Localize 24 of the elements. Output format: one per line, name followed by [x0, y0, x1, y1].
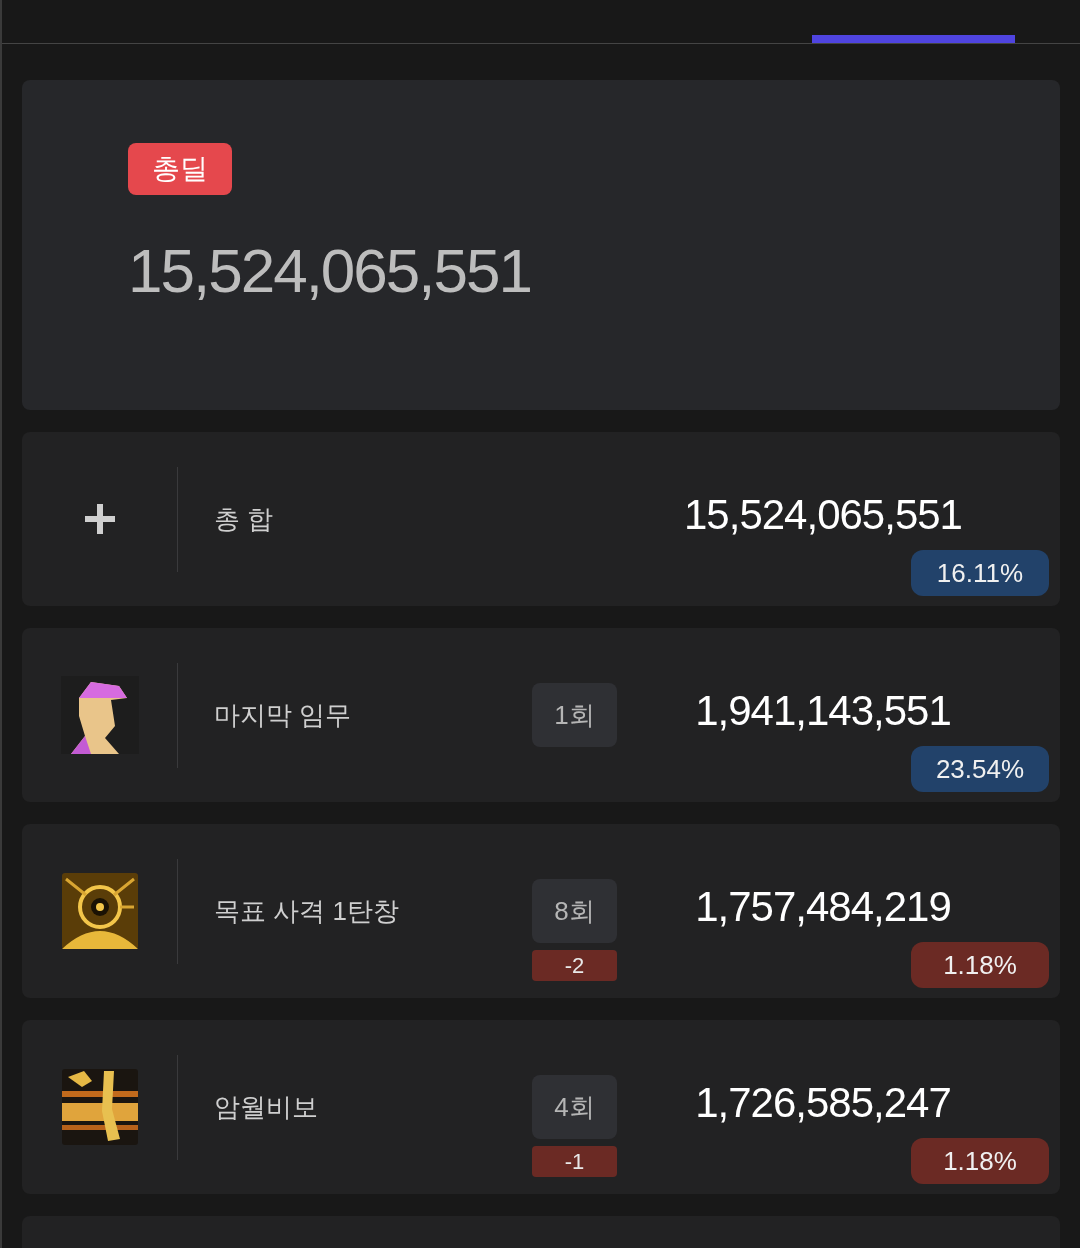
- damage-value: 1,726,585,247: [694, 1078, 952, 1128]
- hit-count: 4회: [532, 1075, 617, 1139]
- leg-icon: [61, 1069, 138, 1145]
- skill-name: 마지막 임무: [214, 699, 352, 730]
- plus-icon: [82, 502, 117, 536]
- damage-value: 15,524,065,551: [683, 490, 963, 540]
- skill-name: 목표 사격 1탄창: [214, 895, 399, 926]
- figure-icon: [60, 676, 139, 754]
- count-diff: -1: [532, 1146, 617, 1177]
- tab-indicator[interactable]: [812, 35, 1015, 43]
- skill-name: 암월비보: [214, 1091, 318, 1122]
- count-diff: -2: [532, 950, 617, 981]
- hit-count: 1회: [532, 683, 617, 747]
- percent-badge: 1.18%: [911, 1138, 1049, 1184]
- damage-value: 1,757,484,219: [694, 882, 952, 932]
- total-damage-value: 15,524,065,551: [128, 235, 532, 307]
- percent-badge: 23.54%: [911, 746, 1049, 792]
- percent-badge: 1.18%: [911, 942, 1049, 988]
- hit-count: 8회: [532, 879, 617, 943]
- total-damage-badge: 총딜: [128, 143, 232, 195]
- damage-value: 1,941,143,551: [694, 686, 952, 736]
- target-icon: [61, 873, 138, 949]
- skill-name: 총 합: [214, 503, 274, 534]
- percent-badge: 16.11%: [911, 550, 1049, 596]
